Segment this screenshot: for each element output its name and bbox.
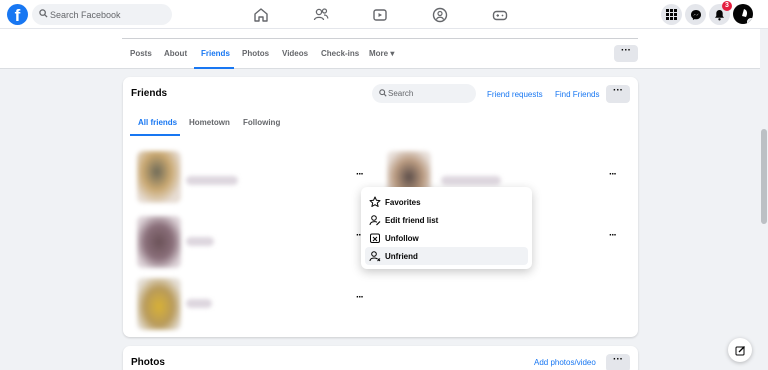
search-icon xyxy=(379,89,387,97)
friend-options-button[interactable]: ··· xyxy=(609,169,617,180)
friends-more-button[interactable]: ··· xyxy=(606,85,630,103)
profile-tabs-bar: Posts About Friends Photos Videos Check-… xyxy=(0,29,760,69)
friend-name[interactable] xyxy=(186,299,212,308)
star-icon xyxy=(369,196,381,207)
active-subtab-indicator xyxy=(130,134,180,136)
subtab-hometown[interactable]: Hometown xyxy=(189,118,230,127)
messenger-icon xyxy=(690,9,701,20)
edit-list-icon xyxy=(369,215,381,226)
tab-friends[interactable]: Friends xyxy=(201,49,230,58)
menu-item-label: Edit friend list xyxy=(385,216,439,225)
friend-name[interactable] xyxy=(186,237,214,246)
messenger-button[interactable] xyxy=(685,4,706,25)
groups-icon[interactable] xyxy=(430,5,450,25)
bell-icon xyxy=(715,9,724,20)
friend-name[interactable] xyxy=(186,176,238,185)
unfollow-icon xyxy=(370,233,380,243)
friend-options-button[interactable]: ··· xyxy=(356,292,364,303)
menu-item-unfollow[interactable]: Unfollow xyxy=(365,229,528,247)
photos-card-title: Photos xyxy=(131,357,165,368)
compose-icon xyxy=(735,345,745,355)
active-tab-indicator xyxy=(194,67,234,69)
tab-videos[interactable]: Videos xyxy=(282,49,308,58)
global-search-input[interactable] xyxy=(50,4,168,25)
new-message-button[interactable] xyxy=(728,338,752,362)
friends-search[interactable] xyxy=(372,84,476,103)
photos-more-button[interactable]: ··· xyxy=(606,354,630,370)
tab-check-ins[interactable]: Check-ins xyxy=(321,49,359,58)
top-navbar: f 3 xyxy=(0,0,768,29)
add-photos-video-link[interactable]: Add photos/video xyxy=(534,358,596,367)
account-caret-icon[interactable] xyxy=(747,18,753,24)
divider xyxy=(122,38,638,39)
friend-options-button[interactable]: ··· xyxy=(609,230,617,241)
gaming-icon[interactable] xyxy=(490,5,510,25)
notification-count-badge: 3 xyxy=(722,1,732,11)
tab-more[interactable]: More ▾ xyxy=(369,49,394,58)
subtab-all-friends[interactable]: All friends xyxy=(138,118,177,127)
friend-photo[interactable] xyxy=(137,151,181,203)
menu-item-label: Favorites xyxy=(385,198,421,207)
friends-search-input[interactable] xyxy=(388,84,472,103)
friend-photo[interactable] xyxy=(137,216,181,268)
menu-item-edit-friend-list[interactable]: Edit friend list xyxy=(365,211,528,229)
watch-icon[interactable] xyxy=(370,5,390,25)
search-icon xyxy=(39,9,48,18)
menu-item-unfriend[interactable]: Unfriend xyxy=(365,247,528,265)
profile-more-button[interactable]: ··· xyxy=(614,45,638,62)
friend-context-menu: Favorites Edit friend list Unfollow Unfr… xyxy=(361,187,532,269)
tab-about[interactable]: About xyxy=(164,49,187,58)
friend-requests-link[interactable]: Friend requests xyxy=(487,90,543,99)
menu-item-favorites[interactable]: Favorites xyxy=(365,193,528,211)
scrollbar-thumb[interactable] xyxy=(761,129,767,224)
unfriend-icon xyxy=(369,251,381,262)
menu-item-label: Unfriend xyxy=(385,252,418,261)
tab-posts[interactable]: Posts xyxy=(130,49,152,58)
friend-name[interactable] xyxy=(441,176,501,185)
friends-card-title: Friends xyxy=(131,88,168,99)
menu-grid-button[interactable] xyxy=(661,4,682,25)
photos-card: Photos Add photos/video ··· xyxy=(123,346,638,370)
page-scrollbar[interactable] xyxy=(760,29,768,370)
menu-item-label: Unfollow xyxy=(385,234,419,243)
subtab-following[interactable]: Following xyxy=(243,118,280,127)
tab-photos[interactable]: Photos xyxy=(242,49,269,58)
friend-options-button[interactable]: ··· xyxy=(356,169,364,180)
home-icon[interactable] xyxy=(251,5,271,25)
find-friends-link[interactable]: Find Friends xyxy=(555,90,599,99)
menu-grid-icon xyxy=(666,9,677,20)
global-search[interactable] xyxy=(32,4,172,25)
account-avatar[interactable] xyxy=(733,4,753,24)
friend-photo[interactable] xyxy=(137,278,181,330)
facebook-logo[interactable]: f xyxy=(7,4,28,25)
friends-icon[interactable] xyxy=(311,5,331,25)
